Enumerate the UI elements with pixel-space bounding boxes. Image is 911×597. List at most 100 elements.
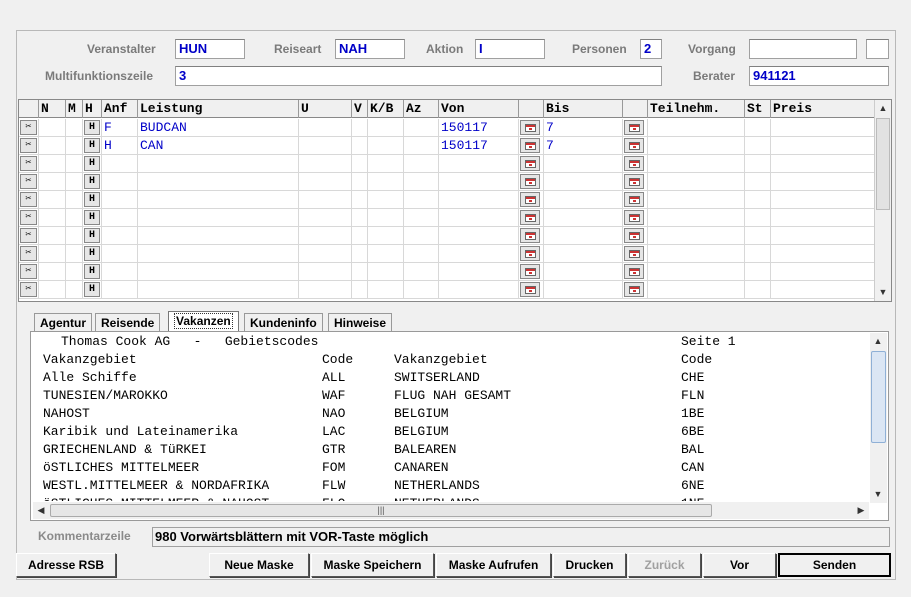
cell-teilnehm[interactable] bbox=[648, 245, 745, 263]
aktion-field[interactable]: I bbox=[475, 39, 545, 59]
cell-anf[interactable] bbox=[102, 155, 138, 173]
report-scroll-down-icon[interactable]: ▼ bbox=[870, 486, 886, 503]
cell-anf[interactable] bbox=[102, 227, 138, 245]
calendar-icon[interactable] bbox=[624, 120, 644, 135]
cell-m[interactable] bbox=[66, 137, 83, 155]
cell-az[interactable] bbox=[404, 119, 439, 137]
cell-preis[interactable] bbox=[771, 137, 876, 155]
cell-von[interactable]: 150117 bbox=[439, 119, 519, 137]
cell-anf[interactable]: H bbox=[102, 137, 138, 155]
cell-m[interactable] bbox=[66, 245, 83, 263]
calendar-icon[interactable] bbox=[624, 138, 644, 153]
cell-leistung[interactable] bbox=[138, 173, 299, 191]
cell-bis[interactable] bbox=[544, 245, 623, 263]
grid-scrollbar[interactable]: ▲ ▼ bbox=[874, 100, 891, 301]
cell-von-cal[interactable] bbox=[519, 227, 544, 245]
cell-bis[interactable] bbox=[544, 263, 623, 281]
report-scroll-right-icon[interactable]: ▶ bbox=[853, 502, 869, 519]
scissors-icon[interactable]: ✂ bbox=[20, 120, 37, 135]
cell-u[interactable] bbox=[299, 191, 352, 209]
cell-von[interactable] bbox=[439, 227, 519, 245]
cell-von-cal[interactable] bbox=[519, 245, 544, 263]
cell-teilnehm[interactable] bbox=[648, 191, 745, 209]
cell-von[interactable] bbox=[439, 281, 519, 299]
cell-m[interactable] bbox=[66, 173, 83, 191]
calendar-icon[interactable] bbox=[520, 228, 540, 243]
calendar-icon[interactable] bbox=[520, 120, 540, 135]
cell-bis-cal[interactable] bbox=[623, 137, 648, 155]
cell-st[interactable] bbox=[745, 137, 771, 155]
scissors-icon[interactable]: ✂ bbox=[20, 138, 37, 153]
calendar-icon[interactable] bbox=[624, 210, 644, 225]
report-hscrollbar[interactable]: ◀ ||| ▶ bbox=[33, 502, 869, 519]
cell-h[interactable]: H bbox=[83, 119, 102, 137]
row-select-cell[interactable]: ✂ bbox=[19, 263, 39, 281]
cell-bis[interactable] bbox=[544, 209, 623, 227]
cell-v[interactable] bbox=[352, 137, 368, 155]
cell-n[interactable] bbox=[39, 191, 66, 209]
cell-az[interactable] bbox=[404, 209, 439, 227]
cell-n[interactable] bbox=[39, 281, 66, 299]
cell-st[interactable] bbox=[745, 245, 771, 263]
cell-teilnehm[interactable] bbox=[648, 155, 745, 173]
cell-u[interactable] bbox=[299, 137, 352, 155]
tab-reisende[interactable]: Reisende bbox=[95, 313, 161, 332]
cell-bis-cal[interactable] bbox=[623, 173, 648, 191]
cell-v[interactable] bbox=[352, 209, 368, 227]
cell-von[interactable] bbox=[439, 191, 519, 209]
cell-bis-cal[interactable] bbox=[623, 155, 648, 173]
cell-teilnehm[interactable] bbox=[648, 173, 745, 191]
hotel-button[interactable]: H bbox=[84, 282, 100, 297]
cell-leistung[interactable] bbox=[138, 263, 299, 281]
vorgang-extra-field[interactable] bbox=[866, 39, 889, 59]
cell-h[interactable]: H bbox=[83, 263, 102, 281]
cell-von[interactable] bbox=[439, 209, 519, 227]
cell-n[interactable] bbox=[39, 155, 66, 173]
cell-anf[interactable] bbox=[102, 173, 138, 191]
scissors-icon[interactable]: ✂ bbox=[20, 210, 37, 225]
cell-von-cal[interactable] bbox=[519, 155, 544, 173]
scissors-icon[interactable]: ✂ bbox=[20, 282, 37, 297]
cell-u[interactable] bbox=[299, 281, 352, 299]
reiseart-field[interactable]: NAH bbox=[335, 39, 405, 59]
hotel-button[interactable]: H bbox=[84, 138, 100, 153]
veranstalter-field[interactable]: HUN bbox=[175, 39, 245, 59]
cell-teilnehm[interactable] bbox=[648, 209, 745, 227]
calendar-icon[interactable] bbox=[520, 192, 540, 207]
cell-von[interactable] bbox=[439, 263, 519, 281]
zurueck-button[interactable]: Zurück bbox=[628, 553, 701, 577]
cell-v[interactable] bbox=[352, 281, 368, 299]
hotel-button[interactable]: H bbox=[84, 174, 100, 189]
cell-m[interactable] bbox=[66, 263, 83, 281]
calendar-icon[interactable] bbox=[624, 282, 644, 297]
calendar-icon[interactable] bbox=[624, 228, 644, 243]
calendar-icon[interactable] bbox=[520, 282, 540, 297]
cell-kb[interactable] bbox=[368, 245, 404, 263]
personen-field[interactable]: 2 bbox=[640, 39, 662, 59]
cell-az[interactable] bbox=[404, 281, 439, 299]
cell-bis-cal[interactable] bbox=[623, 209, 648, 227]
cell-n[interactable] bbox=[39, 137, 66, 155]
neue-maske-button[interactable]: Neue Maske bbox=[209, 553, 309, 577]
cell-az[interactable] bbox=[404, 227, 439, 245]
cell-m[interactable] bbox=[66, 155, 83, 173]
cell-m[interactable] bbox=[66, 209, 83, 227]
report-scroll-up-icon[interactable]: ▲ bbox=[870, 333, 886, 350]
hotel-button[interactable]: H bbox=[84, 246, 100, 261]
cell-von-cal[interactable] bbox=[519, 119, 544, 137]
cell-st[interactable] bbox=[745, 209, 771, 227]
cell-teilnehm[interactable] bbox=[648, 119, 745, 137]
cell-az[interactable] bbox=[404, 263, 439, 281]
maske-aufrufen-button[interactable]: Maske Aufrufen bbox=[436, 553, 551, 577]
cell-m[interactable] bbox=[66, 119, 83, 137]
row-select-cell[interactable]: ✂ bbox=[19, 119, 39, 137]
report-scroll-left-icon[interactable]: ◀ bbox=[33, 502, 49, 519]
cell-preis[interactable] bbox=[771, 209, 876, 227]
scissors-icon[interactable]: ✂ bbox=[20, 246, 37, 261]
berater-field[interactable]: 941121 bbox=[749, 66, 889, 86]
cell-kb[interactable] bbox=[368, 155, 404, 173]
cell-anf[interactable] bbox=[102, 281, 138, 299]
cell-leistung[interactable] bbox=[138, 245, 299, 263]
calendar-icon[interactable] bbox=[520, 156, 540, 171]
cell-bis-cal[interactable] bbox=[623, 281, 648, 299]
